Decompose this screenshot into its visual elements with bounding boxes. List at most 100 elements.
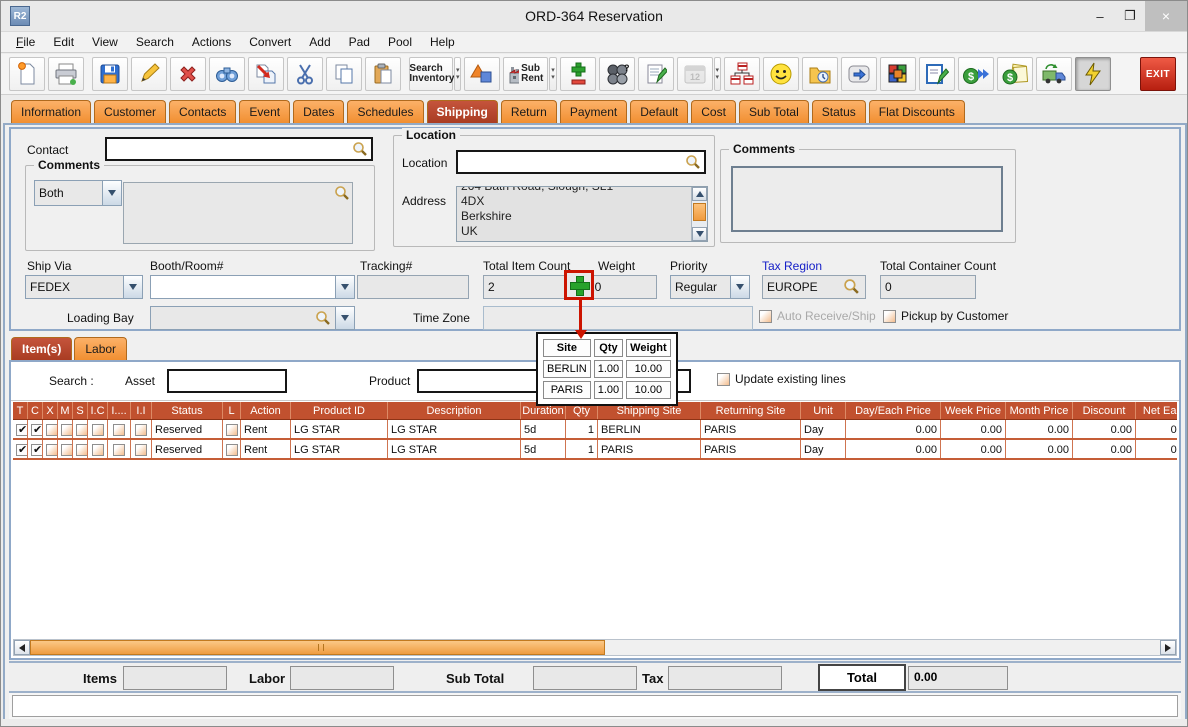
grid-cell[interactable] (223, 440, 241, 458)
search-inventory-dropdown-icon[interactable]: ▾▾ (454, 57, 461, 91)
grid-cell[interactable]: BERLIN (598, 420, 701, 438)
shapes-icon[interactable] (464, 57, 500, 91)
tab-customer[interactable]: Customer (94, 100, 166, 123)
checkbox-icon[interactable] (76, 424, 88, 436)
scroll-down-icon[interactable] (692, 227, 707, 241)
minimize-button[interactable]: – (1085, 1, 1115, 31)
add-site-weight-button[interactable] (564, 270, 594, 300)
grid-cell[interactable] (88, 420, 108, 438)
grid-cell[interactable]: Rent (241, 420, 291, 438)
booth-room-select[interactable] (150, 275, 355, 299)
address-box[interactable]: 264 Bath Road, Slough, SL14DXBerkshireUK (456, 186, 708, 242)
tab-schedules[interactable]: Schedules (347, 100, 423, 123)
grid-cell[interactable]: 0.00 (1006, 440, 1073, 458)
time-zone-input[interactable] (483, 306, 753, 330)
checkbox-icon[interactable] (46, 444, 58, 456)
grid-header-net-each[interactable]: Net Each (1136, 402, 1177, 419)
save-icon[interactable] (92, 57, 128, 91)
grid-header-i-[interactable]: I.... (108, 402, 131, 419)
dollar-forward-icon[interactable]: $ (958, 57, 994, 91)
chevron-down-icon[interactable] (336, 275, 355, 299)
search-inventory-icon[interactable]: SearchInventory (409, 57, 453, 91)
scroll-thumb[interactable] (693, 203, 706, 221)
tab-dates[interactable]: Dates (293, 100, 344, 123)
checkbox-icon[interactable] (135, 444, 147, 456)
table-row[interactable]: ReservedRentLG STARLG STAR5d1BERLINPARIS… (13, 420, 1177, 440)
sub-rent-icon[interactable]: Sub Rent (503, 57, 548, 91)
menu-help[interactable]: Help (421, 35, 464, 49)
chevron-down-icon[interactable] (731, 275, 750, 299)
notes-icon[interactable] (638, 57, 674, 91)
scroll-up-icon[interactable] (692, 187, 707, 201)
grid-cell[interactable]: 0.00 (846, 440, 941, 458)
tab-labor[interactable]: Labor (74, 337, 127, 360)
grid-cell[interactable] (58, 440, 73, 458)
tab-cost[interactable]: Cost (691, 100, 736, 123)
checkbox-icon[interactable] (61, 424, 73, 436)
grid-header-product-id[interactable]: Product ID (291, 402, 388, 419)
checkbox-icon[interactable] (759, 310, 772, 323)
search-icon[interactable] (843, 278, 860, 295)
grid-cell[interactable]: 5d (521, 440, 566, 458)
update-existing-checkbox[interactable]: Update existing lines (717, 372, 846, 386)
tax-region-label[interactable]: Tax Region (762, 259, 822, 273)
menu-edit[interactable]: Edit (44, 35, 83, 49)
grid-cell[interactable]: 0.00 (1073, 440, 1136, 458)
checkbox-icon[interactable] (226, 424, 238, 436)
grid-header-day-each-price[interactable]: Day/Each Price (846, 402, 941, 419)
grid-header-discount[interactable]: Discount (1073, 402, 1136, 419)
grid-cell[interactable]: Day (801, 420, 846, 438)
grid-cell[interactable]: 1 (566, 420, 598, 438)
truck-icon[interactable] (1036, 57, 1072, 91)
menu-view[interactable]: View (83, 35, 127, 49)
search-icon[interactable] (315, 310, 331, 326)
location-input[interactable] (456, 150, 706, 174)
menu-file[interactable]: File (7, 35, 44, 49)
smiley-icon[interactable] (763, 57, 799, 91)
blocks-icon[interactable] (880, 57, 916, 91)
chevron-down-icon[interactable] (103, 180, 122, 206)
total-item-count-input[interactable]: 2 (483, 275, 577, 299)
transfer-copy-icon[interactable] (248, 57, 284, 91)
grid-cell[interactable]: 0.00 (1136, 440, 1177, 458)
grid-cell[interactable]: Rent (241, 440, 291, 458)
delete-icon[interactable] (170, 57, 206, 91)
grid-header-description[interactable]: Description (388, 402, 521, 419)
checkbox-icon[interactable] (61, 444, 73, 456)
checkbox-icon[interactable] (31, 444, 43, 456)
copy-icon[interactable] (326, 57, 362, 91)
grid-header-i-i[interactable]: I.I (131, 402, 152, 419)
close-button[interactable]: × (1145, 1, 1187, 31)
lightning-icon[interactable] (1075, 57, 1111, 91)
menu-pool[interactable]: Pool (379, 35, 421, 49)
grid-cell[interactable]: 1 (566, 440, 598, 458)
grid-cell[interactable]: 0.00 (1073, 420, 1136, 438)
horizontal-scrollbar[interactable] (13, 639, 1177, 656)
grid-cell[interactable]: Reserved (152, 420, 223, 438)
checkbox-icon[interactable] (16, 424, 28, 436)
grid-cell[interactable]: 0.00 (941, 440, 1006, 458)
grid-cell[interactable] (73, 420, 88, 438)
grid-header-i-c[interactable]: I.C (88, 402, 108, 419)
group-question-icon[interactable]: ? (599, 57, 635, 91)
tab-shipping[interactable]: Shipping (427, 100, 498, 123)
grid-cell[interactable]: PARIS (598, 440, 701, 458)
address-scrollbar[interactable] (691, 187, 707, 241)
grid-header-s[interactable]: S (73, 402, 88, 419)
labor-total-input[interactable] (290, 666, 394, 690)
grid-cell[interactable]: Day (801, 440, 846, 458)
exit-button[interactable]: EXIT (1140, 57, 1176, 91)
comments-type-select[interactable]: Both (34, 180, 122, 206)
pickup-by-customer-checkbox[interactable]: Pickup by Customer (883, 309, 1008, 323)
grid-header-l[interactable]: L (223, 402, 241, 419)
tab-contacts[interactable]: Contacts (169, 100, 236, 123)
tab-sub-total[interactable]: Sub Total (739, 100, 809, 123)
grid-cell[interactable] (108, 440, 131, 458)
checkbox-icon[interactable] (717, 373, 730, 386)
tab-status[interactable]: Status (812, 100, 866, 123)
new-document-icon[interactable] (9, 57, 45, 91)
calendar-dropdown-icon[interactable]: ▾▾ (714, 57, 721, 91)
tab-flat-discounts[interactable]: Flat Discounts (869, 100, 965, 123)
tab-item-s-[interactable]: Item(s) (11, 337, 72, 360)
tab-event[interactable]: Event (239, 100, 290, 123)
